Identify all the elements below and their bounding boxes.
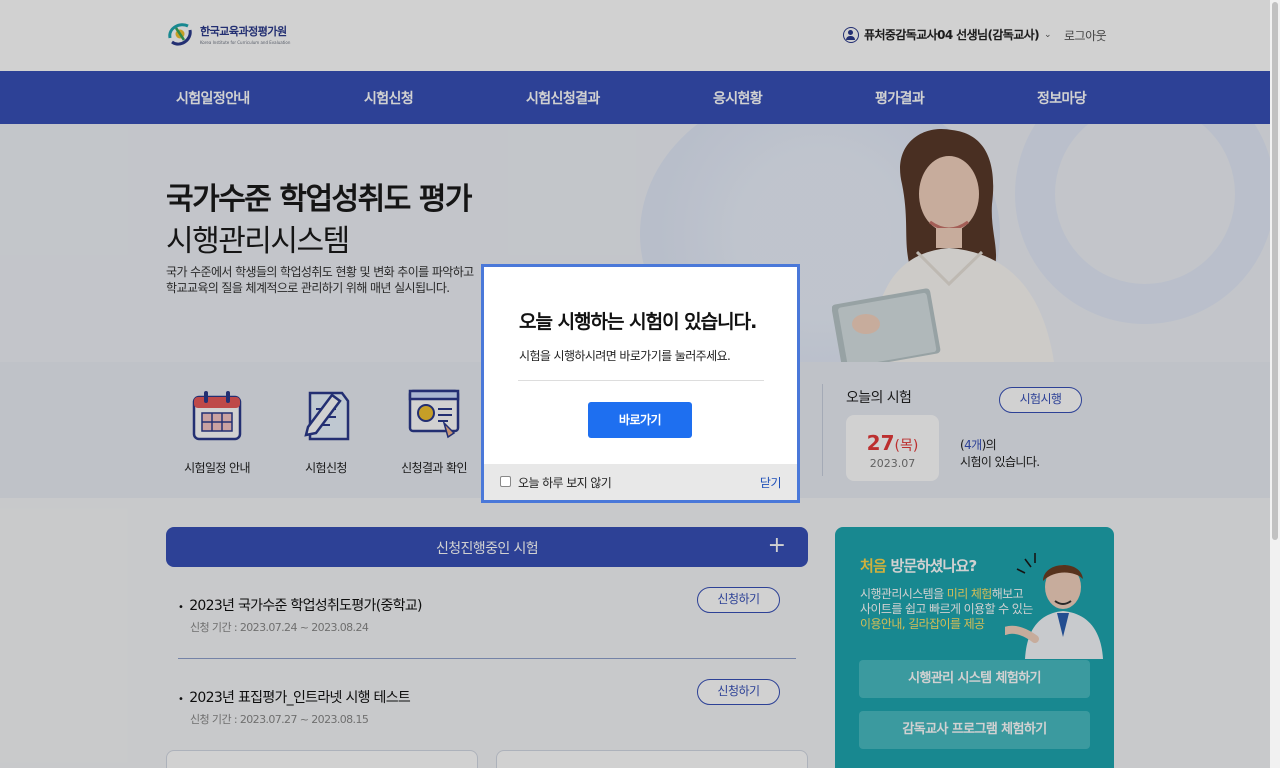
popup-message: 시험을 시행하시려면 바로가기를 눌러주세요. — [519, 349, 731, 363]
scrollbar[interactable] — [1270, 0, 1280, 768]
today-exam-popup: 오늘 시행하는 시험이 있습니다. 시험을 시행하시려면 바로가기를 눌러주세요… — [481, 264, 800, 503]
scrollbar-thumb[interactable] — [1272, 2, 1278, 540]
divider — [518, 380, 764, 381]
dont-show-today-label[interactable]: 오늘 하루 보지 않기 — [518, 474, 612, 491]
popup-footer: 오늘 하루 보지 않기 닫기 — [484, 464, 797, 500]
go-button[interactable]: 바로가기 — [588, 402, 692, 438]
close-button[interactable]: 닫기 — [760, 474, 782, 491]
checkbox-icon[interactable] — [500, 476, 511, 487]
popup-title: 오늘 시행하는 시험이 있습니다. — [519, 311, 757, 333]
